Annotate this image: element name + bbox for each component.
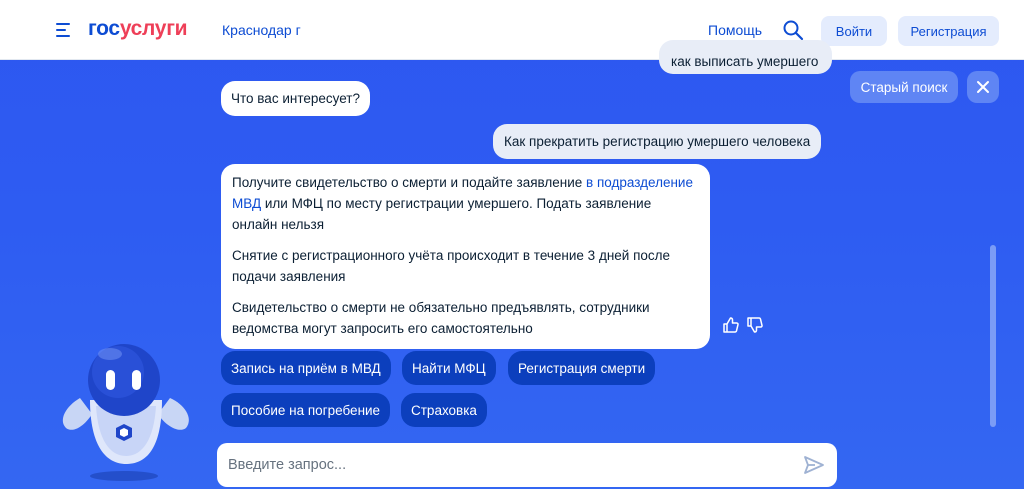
- user-message-bubble: Как прекратить регистрацию умершего чело…: [493, 124, 822, 159]
- previous-user-message: как выписать умершего: [659, 40, 832, 74]
- search-icon[interactable]: [782, 19, 804, 41]
- chat-scrollbar[interactable]: [990, 245, 996, 427]
- city-selector[interactable]: Краснодар г: [222, 22, 301, 38]
- chip-mvd-appointment[interactable]: Запись на приём в МВД: [221, 351, 391, 385]
- robot-assistant-avatar: [52, 336, 202, 484]
- close-button[interactable]: [967, 71, 999, 103]
- close-icon: [977, 81, 989, 93]
- login-button[interactable]: Войти: [821, 16, 887, 46]
- answer-text: Получите свидетельство о смерти и подайт…: [232, 175, 587, 190]
- logo[interactable]: госуслуги: [88, 17, 188, 41]
- old-search-button[interactable]: Старый поиск: [850, 71, 958, 103]
- menu-icon[interactable]: [56, 23, 74, 37]
- feedback-buttons: [722, 316, 764, 334]
- answer-paragraph-3: Свидетельство о смерти не обязательно пр…: [232, 300, 650, 336]
- help-link[interactable]: Помощь: [708, 22, 762, 38]
- chat-input[interactable]: [228, 453, 788, 477]
- header: госуслуги Краснодар г Помощь Войти Регис…: [0, 0, 1024, 60]
- chat-input-box: [217, 443, 837, 487]
- bot-question-bubble: Что вас интересует?: [221, 81, 370, 116]
- answer-text: или МФЦ по месту регистрации умершего. П…: [232, 196, 652, 232]
- thumbs-down-icon[interactable]: [746, 316, 764, 334]
- chip-funeral-allowance[interactable]: Пособие на погребение: [221, 393, 391, 427]
- logo-part1: гос: [88, 17, 120, 40]
- answer-paragraph-2: Снятие с регистрационного учёта происход…: [232, 248, 671, 284]
- register-button[interactable]: Регистрация: [898, 16, 999, 46]
- chip-death-registration[interactable]: Регистрация смерти: [508, 351, 656, 385]
- send-icon[interactable]: [803, 454, 825, 476]
- logo-part2: услуги: [119, 17, 188, 40]
- chip-insurance[interactable]: Страховка: [401, 393, 487, 427]
- chip-find-mfc[interactable]: Найти МФЦ: [402, 351, 496, 385]
- thumbs-up-icon[interactable]: [722, 316, 740, 334]
- answer-paragraph-1: Получите свидетельство о смерти и подайт…: [232, 172, 698, 235]
- bot-answer-bubble: Получите свидетельство о смерти и подайт…: [221, 164, 710, 349]
